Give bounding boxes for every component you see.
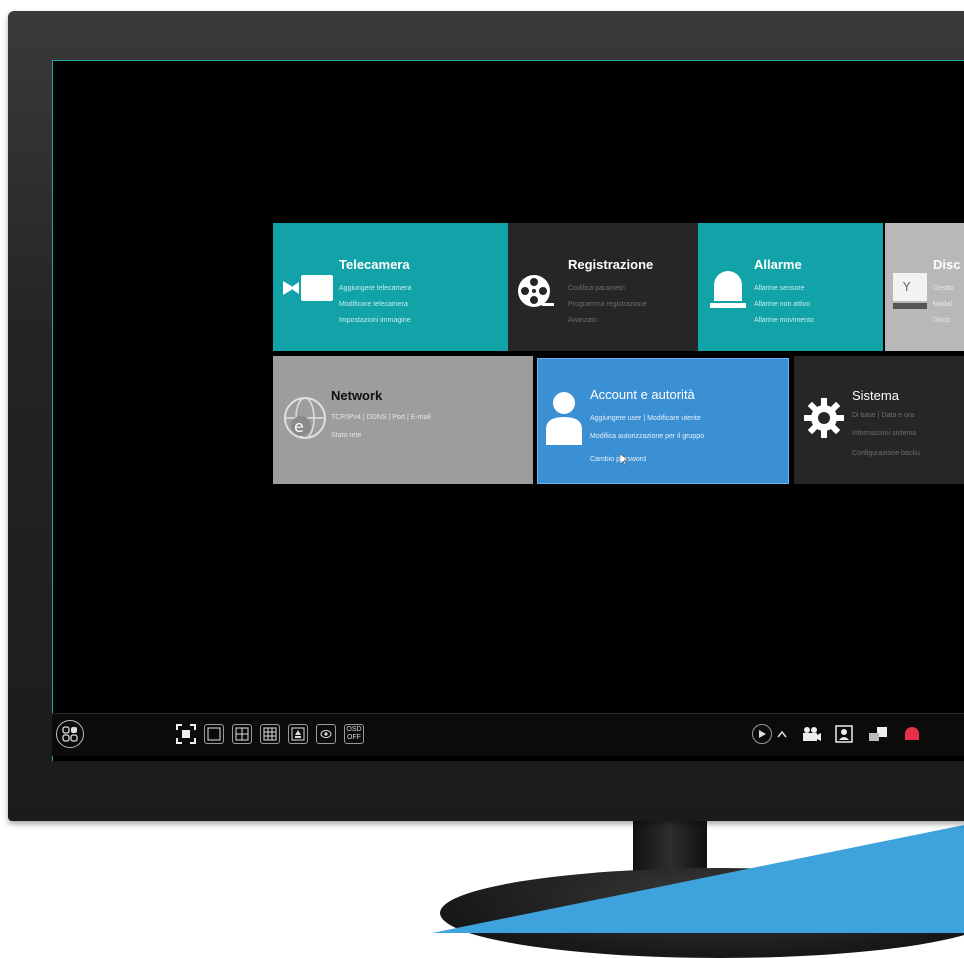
layout-nine-button[interactable] — [260, 724, 280, 744]
tile-item[interactable]: Stato rete — [331, 428, 361, 444]
tile-item[interactable]: Codifica parametri — [568, 281, 625, 297]
tile-registrazione[interactable]: Registrazione Codifica parametri Program… — [508, 223, 698, 351]
fullscreen-icon — [176, 724, 196, 744]
tile-item[interactable]: Allarme non attivo — [754, 297, 810, 313]
layout-single-button[interactable] — [204, 724, 224, 744]
alarm-red-icon — [905, 727, 919, 740]
chevron-up-icon — [777, 730, 787, 738]
expand-up-button[interactable] — [776, 724, 788, 744]
osd-label-top: OSD — [346, 726, 362, 733]
tile-disco[interactable]: Y Disc Gestio Modal Disco — [885, 223, 964, 351]
user-icon — [546, 392, 582, 445]
tile-item[interactable]: TCP/IPv4 | DDNS | Port | E-mail — [331, 410, 431, 426]
tile-item[interactable]: Configurazione backu — [852, 446, 920, 462]
sequence-icon — [291, 727, 305, 741]
layout-quad-button[interactable] — [232, 724, 252, 744]
alarm-status-button[interactable] — [902, 724, 922, 744]
tile-item[interactable]: Avanzato — [568, 313, 597, 329]
tile-item[interactable]: Informazioni sistema — [852, 426, 916, 442]
mouse-cursor-icon — [620, 454, 628, 466]
fullscreen-button[interactable] — [176, 724, 196, 744]
film-reel-icon — [518, 275, 554, 307]
eye-view-button[interactable] — [316, 724, 336, 744]
quad-view-icon — [235, 727, 249, 741]
video-output-button[interactable] — [868, 724, 888, 744]
tile-item[interactable]: Programma registrazione — [568, 297, 647, 313]
alarm-light-icon — [710, 271, 746, 308]
tile-title: Network — [331, 388, 383, 403]
video-output-icon — [869, 727, 887, 741]
tile-telecamera[interactable]: Telecamera Aggiungere telecamera Modific… — [273, 223, 508, 351]
tile-title: Registrazione — [568, 257, 654, 272]
osd-label-bottom: OFF — [347, 734, 361, 741]
tile-item[interactable]: Allarme movimento — [754, 313, 814, 329]
tile-item[interactable]: Di base | Data e ora — [852, 408, 914, 424]
svg-text:Y: Y — [902, 280, 911, 294]
bottom-toolbar: OSD OFF — [52, 713, 964, 756]
osd-toggle-button[interactable]: OSD OFF — [344, 724, 364, 744]
tile-item[interactable]: Gestio — [933, 281, 953, 297]
tile-item[interactable]: Impostazioni immagine — [339, 313, 411, 329]
tile-allarme[interactable]: Allarme Allarme sensore Allarme non atti… — [698, 223, 883, 351]
user-badge-icon — [835, 725, 853, 743]
user-button[interactable] — [834, 724, 854, 744]
record-camera-icon — [803, 727, 821, 741]
disk-icon: Y — [893, 273, 927, 309]
tile-title: Sistema — [852, 388, 899, 403]
tile-network[interactable]: e Network TCP/IPv4 | DDNS | Port | E-mai… — [273, 356, 533, 484]
main-menu-button[interactable] — [56, 720, 84, 748]
tile-item[interactable]: Modificare telecamera — [339, 297, 408, 313]
playback-button[interactable] — [752, 724, 772, 744]
single-view-icon — [207, 727, 221, 741]
menu-grid-icon — [62, 726, 78, 742]
monitor-stand-base — [440, 868, 964, 958]
eye-icon — [320, 730, 332, 738]
tile-title: Allarme — [754, 257, 802, 272]
tile-title: Account e autorità — [590, 387, 695, 402]
camera-icon — [283, 275, 333, 301]
tile-title: Telecamera — [339, 257, 410, 272]
tile-item[interactable]: Disco — [933, 313, 951, 329]
svg-text:e: e — [294, 417, 304, 436]
tile-item[interactable]: Aggiungere telecamera — [339, 281, 411, 297]
sequence-button[interactable] — [288, 724, 308, 744]
tile-title: Disc — [933, 257, 961, 272]
tile-item[interactable]: Modal — [933, 297, 952, 313]
tile-item[interactable]: Modifica autorizzazione per il gruppo — [590, 429, 704, 445]
play-icon — [759, 730, 766, 738]
dvr-screen: Telecamera Aggiungere telecamera Modific… — [52, 60, 964, 761]
tile-account[interactable]: Account e autorità Aggiungere user | Mod… — [537, 358, 789, 484]
tile-sistema[interactable]: Sistema Di base | Data e ora Informazion… — [794, 356, 964, 484]
nine-view-icon — [263, 727, 277, 741]
network-globe-icon: e — [284, 397, 326, 439]
tile-item[interactable]: Cambio password — [590, 452, 646, 468]
tile-item[interactable]: Aggiungere user | Modificare utente — [590, 411, 701, 427]
tile-item[interactable]: Allarme sensore — [754, 281, 805, 297]
gear-icon — [804, 398, 844, 438]
record-button[interactable] — [802, 724, 822, 744]
